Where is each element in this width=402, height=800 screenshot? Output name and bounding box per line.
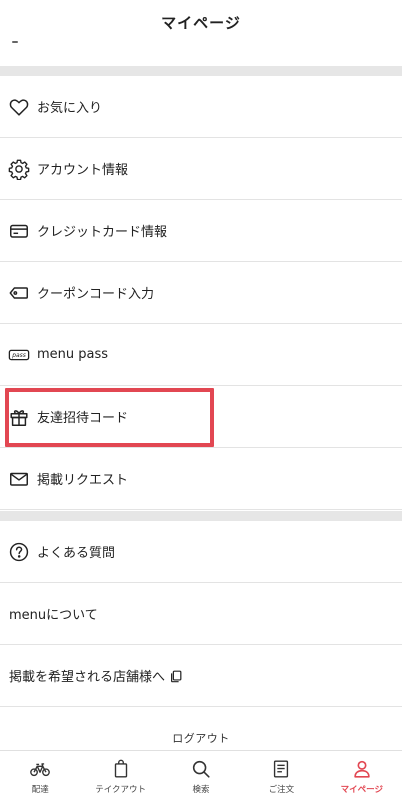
person-icon	[354, 760, 370, 778]
menu-item-label: お気に入り	[37, 101, 103, 116]
menu-item-credit-card[interactable]: クレジットカード情報	[0, 200, 402, 262]
menu-item-label: よくある質問	[37, 546, 116, 561]
menu-item-label: menu pass	[37, 347, 109, 362]
pass-badge-text: pass	[11, 352, 26, 359]
menu-item-label: menuについて	[9, 608, 98, 623]
scroll-fragment	[12, 38, 20, 44]
tab-delivery[interactable]: 配達	[0, 751, 80, 800]
logout-label: ログアウト	[172, 732, 230, 745]
tab-orders[interactable]: ご注文	[241, 751, 321, 800]
credit-card-icon	[8, 220, 30, 242]
tab-label: 検索	[192, 785, 210, 795]
menu-item-label: アカウント情報	[37, 163, 129, 178]
tab-label: 配達	[31, 785, 49, 795]
section-separator	[0, 511, 402, 521]
tab-takeout[interactable]: テイクアウト	[80, 751, 160, 800]
highlight-box	[5, 388, 214, 447]
receipt-icon	[274, 760, 289, 778]
menu-item-label: 掲載リクエスト	[37, 473, 129, 488]
external-link-icon	[169, 669, 183, 683]
pass-icon: pass	[8, 344, 30, 366]
tab-mypage[interactable]: マイページ	[322, 751, 402, 800]
mail-icon	[8, 468, 30, 490]
menu-item-favorites[interactable]: お気に入り	[0, 76, 402, 138]
menu-item-label: 掲載を希望される店舗様へ	[9, 670, 166, 685]
menu-item-listing-request[interactable]: 掲載リクエスト	[0, 448, 402, 510]
bicycle-icon	[30, 763, 51, 777]
menu-item-faq[interactable]: よくある質問	[0, 521, 402, 583]
tab-label: テイクアウト	[95, 785, 147, 795]
logout-button[interactable]: ログアウト	[0, 708, 402, 750]
header: マイページ	[0, 0, 402, 44]
menu-item-label: クーポンコード入力	[37, 287, 155, 302]
heart-icon	[8, 96, 30, 118]
tab-bar: 配達 テイクアウト 検索 ご注文 マイページ	[0, 750, 402, 800]
search-icon	[192, 760, 210, 778]
gear-icon	[8, 158, 30, 180]
menu-item-for-stores[interactable]: 掲載を希望される店舗様へ	[0, 645, 402, 707]
page-title: マイページ	[161, 13, 241, 32]
section-separator	[0, 66, 402, 76]
tab-label: マイページ	[340, 785, 383, 795]
shopping-bag-icon	[114, 759, 127, 778]
menu-item-label: クレジットカード情報	[37, 225, 168, 240]
tag-icon	[8, 282, 30, 304]
menu-item-about[interactable]: menuについて	[0, 583, 402, 645]
tab-search[interactable]: 検索	[161, 751, 241, 800]
menu-item-coupon[interactable]: クーポンコード入力	[0, 262, 402, 324]
tab-label: ご注文	[268, 785, 295, 795]
menu-item-account[interactable]: アカウント情報	[0, 138, 402, 200]
question-circle-icon	[8, 541, 30, 563]
menu-item-menu-pass[interactable]: pass menu pass	[0, 324, 402, 386]
